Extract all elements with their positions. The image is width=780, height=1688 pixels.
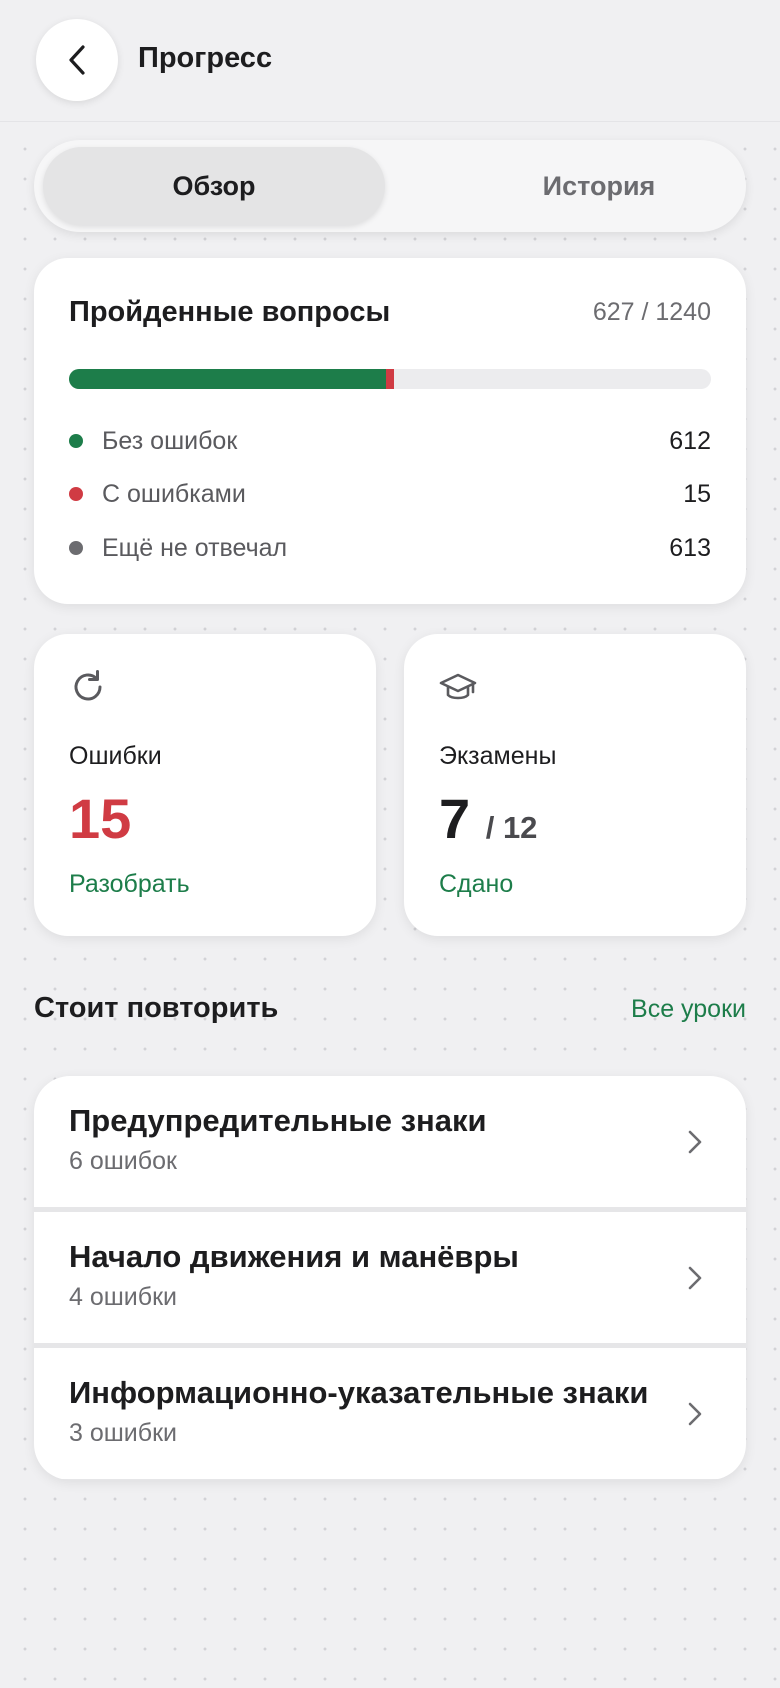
refresh-icon	[74, 670, 102, 701]
lesson-mistakes: 3 ошибки	[69, 1419, 177, 1447]
legend-label: Ещё не отвечал	[102, 533, 288, 562]
tab-switcher: Обзор История	[34, 140, 746, 232]
mistakes-count: 15	[69, 787, 132, 850]
legend-row-correct: Без ошибок 612	[69, 424, 711, 458]
correct-progress-fill	[69, 369, 386, 389]
list-item[interactable]: Информационно-указательные знаки 3 ошибк…	[34, 1348, 746, 1479]
lesson-mistakes: 6 ошибок	[69, 1147, 177, 1175]
lesson-title: Информационно-указательные знаки	[69, 1375, 649, 1410]
all-lessons-link[interactable]: Все уроки	[631, 995, 746, 1024]
legend-row-wrong: С ошибками 15	[69, 477, 711, 511]
wrong-progress-fill	[385, 369, 394, 389]
lessons-list: Предупредительные знаки 6 ошибок Начало …	[34, 1076, 746, 1480]
tab-history[interactable]: История	[428, 147, 770, 225]
list-item[interactable]: Предупредительные знаки 6 ошибок	[34, 1076, 746, 1207]
chevron-left-icon	[69, 45, 85, 75]
tab-overview[interactable]: Обзор	[43, 147, 385, 225]
answered-questions-card: Пройденные вопросы 627 / 1240 Без ошибок…	[34, 258, 746, 604]
lesson-title: Предупредительные знаки	[69, 1103, 487, 1138]
answered-progress-bar	[69, 369, 711, 389]
green-dot-icon	[69, 434, 83, 448]
answered-count: 627 / 1240	[592, 298, 711, 326]
section-title: Стоит повторить	[34, 992, 279, 1024]
graduation-cap-icon	[439, 673, 477, 700]
exams-passed: 7	[439, 787, 471, 850]
list-item[interactable]: Начало движения и манёвры 4 ошибки	[34, 1212, 746, 1343]
legend-value: 612	[669, 426, 711, 455]
chevron-right-icon	[688, 1266, 702, 1290]
mistakes-label: Ошибки	[69, 742, 162, 770]
lesson-mistakes: 4 ошибки	[69, 1283, 177, 1311]
legend-label: Без ошибок	[102, 426, 238, 455]
chevron-right-icon	[688, 1130, 702, 1154]
mistakes-card[interactable]: Ошибки 15 Разобрать	[34, 634, 376, 936]
top-bar: Прогресс	[0, 0, 780, 122]
back-button[interactable]	[36, 19, 118, 101]
exams-passed-link[interactable]: Сдано	[439, 870, 513, 899]
exams-label: Экзамены	[439, 742, 557, 770]
red-dot-icon	[69, 487, 83, 501]
review-mistakes-link[interactable]: Разобрать	[69, 870, 190, 899]
chevron-right-icon	[688, 1402, 702, 1426]
lesson-title: Начало движения и манёвры	[69, 1239, 519, 1274]
legend-label: С ошибками	[102, 479, 246, 508]
exams-score: 7 / 12	[439, 786, 537, 851]
legend-value: 15	[683, 479, 711, 508]
page-title: Прогресс	[138, 42, 273, 74]
answered-title: Пройденные вопросы	[69, 296, 391, 328]
exams-card[interactable]: Экзамены 7 / 12 Сдано	[404, 634, 746, 936]
gray-dot-icon	[69, 541, 83, 555]
exams-total: / 12	[485, 810, 538, 845]
legend-value: 613	[669, 533, 711, 562]
legend-row-unanswered: Ещё не отвечал 613	[69, 531, 711, 565]
